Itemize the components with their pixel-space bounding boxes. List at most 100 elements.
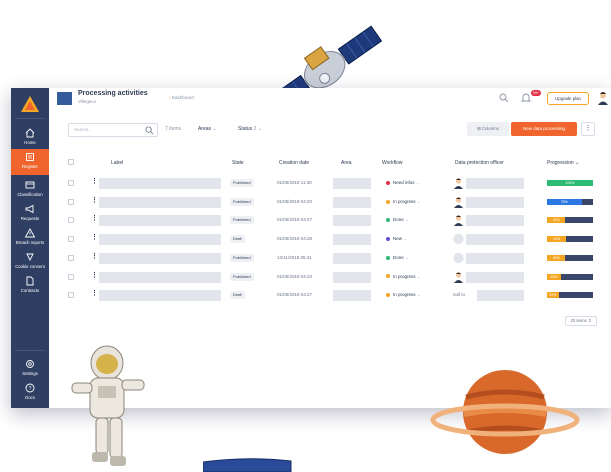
table-row[interactable]: ⋮ Published 01/05/2019 11:30 Need infos ⌄ 10… [49,174,611,192]
row-area [333,196,371,208]
column-header-state[interactable]: State [232,160,244,166]
column-header-creation-date[interactable]: Creation date [279,160,309,166]
row-area [333,290,371,302]
creation-date: 01/05/2019 04:20 [277,198,313,204]
megaphone-icon [25,204,34,214]
row-checkbox[interactable] [68,180,74,186]
table-row[interactable]: ⋮ Published 01/05/2019 04:27 Done ⌄ 40% [49,211,611,229]
chevron-down-icon: ⌄ [403,236,408,242]
column-header-label[interactable]: Label [111,160,123,166]
row-label[interactable] [99,252,221,264]
workflow-label: In progress [393,273,416,279]
workflow-select[interactable]: In progress ⌄ [386,292,421,298]
workflow-select[interactable]: Need infos ⌄ [386,180,420,186]
columns-button[interactable]: ⊞ Columns [467,122,509,136]
row-label[interactable] [99,196,221,208]
row-menu-icon[interactable]: ⋮ [91,196,98,204]
status-filter-label: Status [238,126,253,132]
row-area [333,234,371,246]
chevron-down-icon: ⌄ [257,126,262,132]
progress-fill: 40% [547,217,566,224]
row-label[interactable] [99,215,221,227]
row-checkbox[interactable] [68,273,74,280]
row-checkbox[interactable] [68,217,74,224]
row-menu-icon[interactable]: ⋮ [91,233,98,241]
workflow-select[interactable]: In progress ⌄ [386,274,421,280]
search-input[interactable]: Search... [68,123,158,137]
search-icon[interactable] [499,93,509,103]
progress-label: 40% [552,218,560,223]
logo-icon [21,96,39,112]
progress-fill: 40% [547,254,566,261]
row-label[interactable] [99,178,221,189]
chevron-down-icon: ⌄ [416,273,421,279]
table-row[interactable]: ⋮ Draft 01/05/2019 04:28 New ⌄ 42% [49,230,611,248]
creation-date: 12/11/2018 05:41 [277,254,312,260]
dpo-avatar [454,215,463,227]
status-filter[interactable]: Status 2 ⌄ [238,126,262,132]
progress-fill: 30% [547,273,561,280]
classification-icon [25,181,35,189]
chevron-down-icon: ⌄ [405,254,409,260]
notification-badge: 99+ [531,90,541,96]
more-options-button[interactable]: ⋮ [581,122,595,136]
sidebar-item-register[interactable]: Register [11,149,49,175]
table-row[interactable]: ⋮ Draft 01/05/2019 04:27 In progress ⌄ null … [49,286,611,304]
dpo-placeholder-avatar [453,233,464,245]
table-row[interactable]: ⋮ Published 01/05/2019 04:20 In progress ⌄ 7… [49,193,611,211]
row-checkbox[interactable] [68,292,74,299]
progress-fill: 42% [547,236,567,243]
row-checkbox[interactable] [68,198,74,205]
columns-icon: ⊞ [477,126,481,131]
sidebar-item-label: Docs [25,395,35,400]
row-menu-icon[interactable]: ⋮ [91,289,98,297]
workflow-select[interactable]: New ⌄ [386,236,407,242]
workflow-status-dot [386,180,390,185]
progress-label: 100% [565,181,575,185]
back-link[interactable]: ‹ Dashboard [169,95,194,100]
dpo-name [466,215,524,227]
sidebar-item-contracts[interactable]: Contracts [11,273,49,303]
column-header-dpo[interactable]: Data protection officer [455,160,504,166]
chevron-down-icon: ⌄ [416,198,421,204]
workflow-label: In progress [393,292,416,298]
row-checkbox[interactable] [68,254,74,261]
dpo-avatar [454,178,463,189]
workflow-select[interactable]: Done ⌄ [386,255,409,261]
select-all-checkbox[interactable] [68,159,74,165]
sidebar-item-docs[interactable]: ? Docs [11,380,49,410]
row-menu-icon[interactable]: ⋮ [91,252,98,260]
user-avatar[interactable] [597,91,609,105]
project-avatar [56,91,73,106]
row-label[interactable] [99,271,221,283]
row-checkbox[interactable] [68,236,74,243]
areas-filter[interactable]: Areas ⌄ [198,126,217,132]
row-label[interactable] [99,234,221,246]
status-badge: Draft [230,291,245,300]
row-label[interactable] [99,290,221,302]
warning-icon [25,228,35,238]
column-header-progression[interactable]: Progression ⌄ [547,160,579,166]
sidebar-item-label: Home [24,140,36,145]
creation-date: 01/05/2019 04:27 [277,292,313,298]
status-badge: Published [230,216,254,225]
row-menu-icon[interactable]: ⋮ [91,271,98,279]
column-header-workflow[interactable]: Workflow [382,160,402,166]
dpo-name [466,271,524,283]
items-per-page-select[interactable]: 20 items ⇕ [565,316,597,326]
status-badge: Published [230,179,254,187]
workflow-select[interactable]: In progress ⌄ [386,199,421,205]
column-header-area[interactable]: Area [341,160,352,166]
workflow-select[interactable]: Done ⌄ [386,217,409,223]
row-menu-icon[interactable]: ⋮ [91,177,98,185]
new-data-processing-button[interactable]: New data processing [511,122,577,136]
dpo-avatar [454,271,463,283]
sidebar: Home Register Classification Requests Br… [11,88,49,408]
table-row[interactable]: ⋮ Published 12/11/2018 05:41 Done ⌄ 40% [49,249,611,267]
row-menu-icon[interactable]: ⋮ [91,214,98,222]
row-area [333,215,371,227]
row-area [333,252,371,264]
upgrade-plan-button[interactable]: Upgrade plan [547,92,589,105]
table-row[interactable]: ⋮ Published 01/05/2019 04:23 In progress ⌄ 3… [49,268,611,286]
progress-bar: 75% [547,198,593,205]
